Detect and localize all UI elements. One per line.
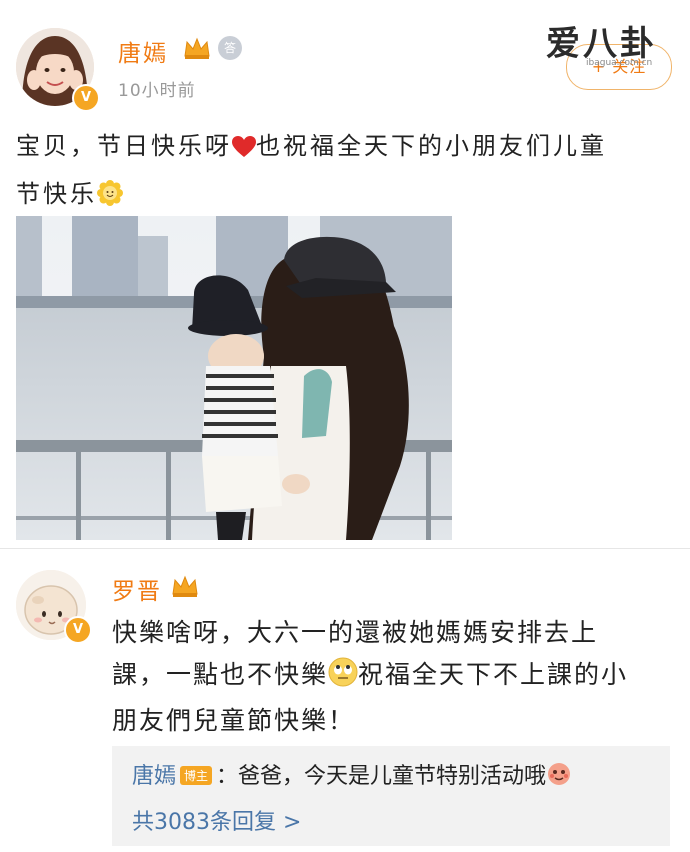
comment-body: 快樂啥呀，大六一的還被她媽媽安排去上 課，一點也不快樂 祝福全天下不上課的小 朋友… (112, 612, 678, 742)
reply-preview[interactable]: 唐嫣 博主 ：爸爸，今天是儿童节特别活动哦 共3083条回复 > (112, 746, 670, 846)
watermark-logo: 爱八卦 ibagua.com.cn (546, 24, 657, 68)
level-medal-icon: 答 (218, 36, 242, 60)
author-name[interactable]: 唐嫣 (118, 34, 168, 68)
host-badge: 博主 (180, 766, 213, 785)
heart-icon (232, 128, 256, 172)
post-text-line1: 宝贝，节日快乐呀 (16, 132, 232, 160)
vip-crown-icon (184, 37, 210, 59)
smiling-sun-icon (97, 176, 123, 220)
commenter-name[interactable]: 罗晋 (112, 572, 162, 606)
eye-roll-emoji-icon (328, 657, 358, 700)
verified-badge-icon: V (72, 84, 100, 112)
comment-line3: 朋友們兒童節快樂！ (112, 706, 356, 735)
commenter-vip-crown-icon (172, 575, 198, 597)
comment-line2b: 祝福全天下不上課的小 (358, 660, 629, 689)
comment-line1: 快樂啥呀，大六一的還被她媽媽安排去上 (112, 618, 599, 647)
reply-text: ：爸爸，今天是儿童节特别活动哦 (216, 764, 547, 789)
post-body: 宝贝，节日快乐呀 也祝福全天下的小朋友们儿童 节快乐 (16, 124, 676, 220)
view-replies-link[interactable]: 共3083条回复 > (132, 804, 301, 836)
reply-author-name[interactable]: 唐嫣 (132, 764, 176, 789)
commenter-verified-badge-icon: V (64, 616, 92, 644)
post-time: 10小时前 (118, 81, 196, 101)
section-divider (0, 548, 690, 549)
blush-emoji-icon (546, 761, 572, 793)
post-photo[interactable] (16, 216, 452, 540)
reply-line: 唐嫣 博主 ：爸爸，今天是儿童节特别活动哦 (132, 758, 572, 793)
post-text-line2: 节快乐 (16, 180, 97, 208)
comment-line2a: 課，一點也不快樂 (112, 660, 329, 689)
post-text-line1b: 也祝福全天下的小朋友们儿童 (256, 132, 607, 160)
weibo-post: V 唐嫣 答 10小时前 + 关注 爱八卦 ibagua.com.cn 宝贝，节… (0, 0, 690, 548)
